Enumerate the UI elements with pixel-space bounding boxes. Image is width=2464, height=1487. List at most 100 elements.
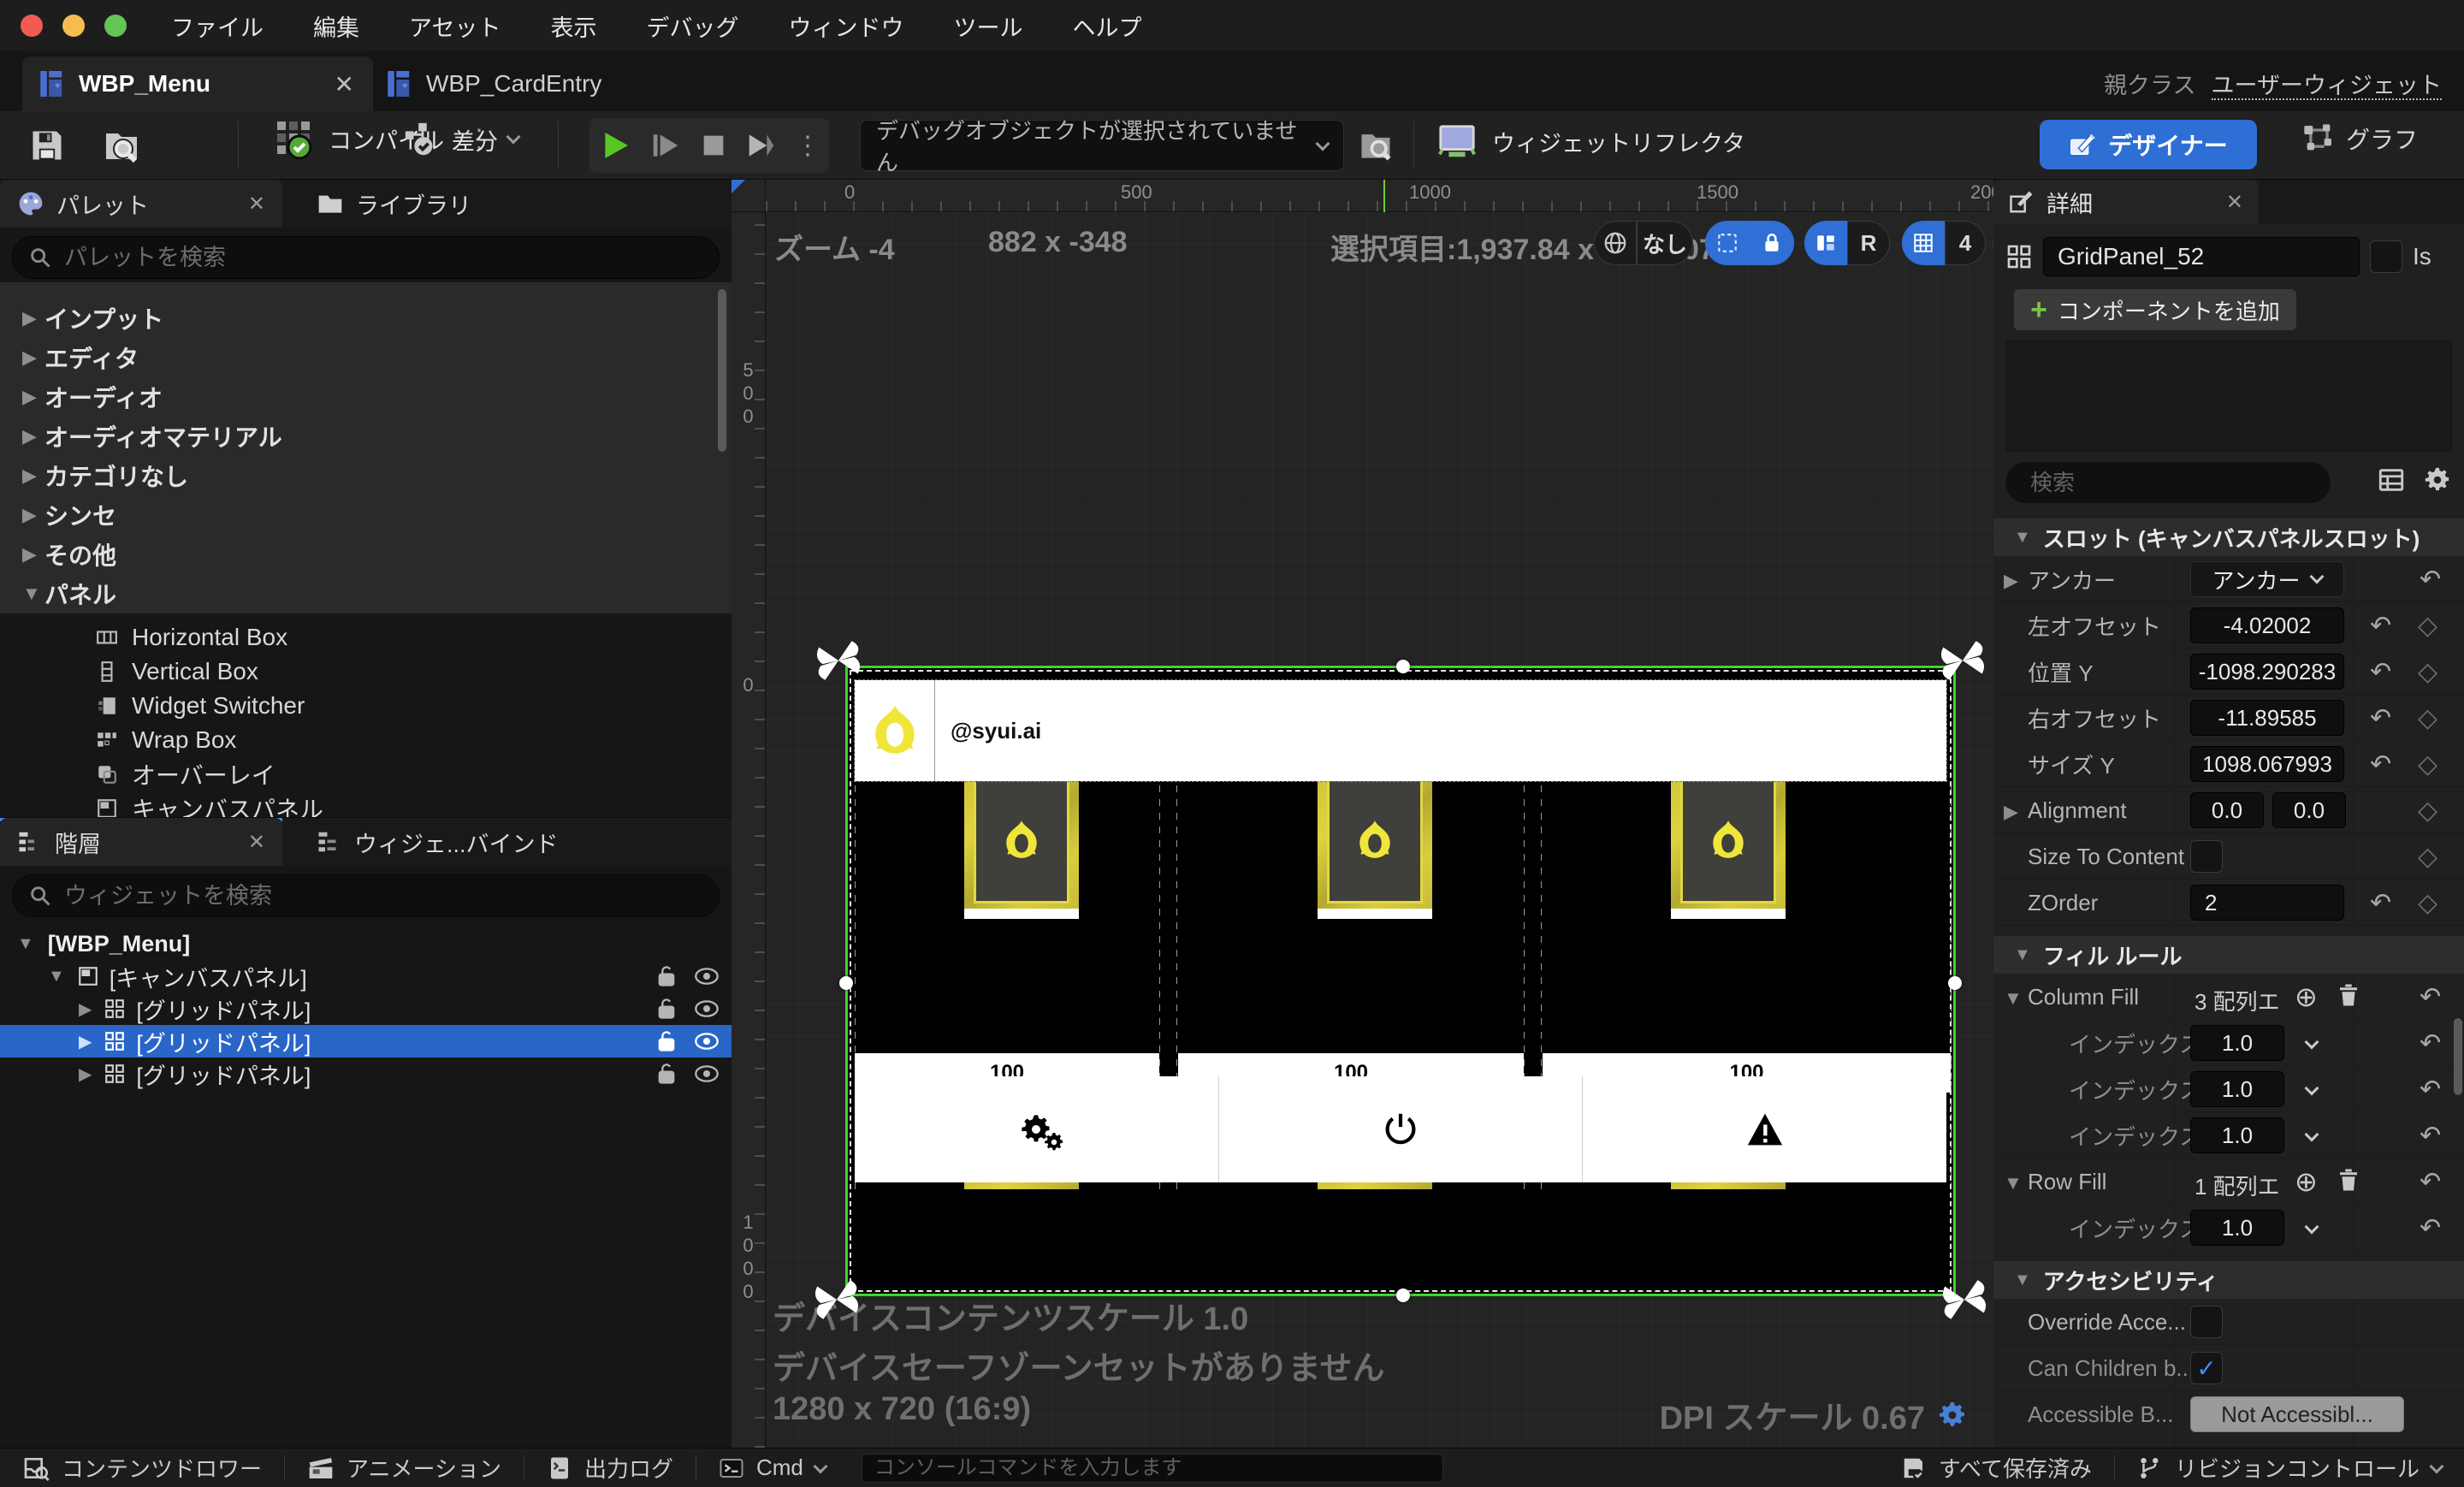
reset-icon[interactable]: ↶ [2420,1028,2441,1058]
index-field[interactable]: 1.0 [2190,1025,2284,1061]
designer-viewport[interactable]: 0 500 1000 1500 200 500 0 1000 ズーム -4 88… [732,180,1993,1448]
tree-row-root[interactable]: ▼ [WBP_Menu] [0,927,732,960]
resize-handle-top[interactable] [1396,660,1410,673]
grid-snap-toggle[interactable] [1902,221,1945,265]
palette-item-vertical-box[interactable]: Vertical Box [0,655,732,689]
is-variable-checkbox[interactable] [2370,240,2402,273]
parent-class-link[interactable]: ユーザーウィジェット [2212,73,2442,100]
chevron-down-icon[interactable] [2305,1081,2319,1096]
section-accessibility[interactable]: ▼ アクセシビリティ [1993,1261,2464,1299]
resize-handle-topright[interactable] [1936,634,1989,687]
close-details-icon[interactable]: ✕ [2226,190,2243,215]
maximize-window-button[interactable] [104,15,127,37]
palette-search[interactable] [12,236,720,279]
menu-tools[interactable]: ツール [953,9,1022,43]
tree-row-grid-panel-3[interactable]: ▶ [グリッドパネル] [0,1057,732,1090]
reset-icon[interactable]: ↶ [2370,611,2391,641]
unlock-icon[interactable] [656,1062,677,1086]
tree-row-canvas-panel[interactable]: ▼ [キャンバスパネル] [0,960,732,992]
add-element-icon[interactable]: ⊕ [2295,1165,2318,1198]
console-input[interactable] [874,1456,1430,1480]
details-scrollbar[interactable] [2454,1018,2462,1095]
category-other[interactable]: ▶その他 [0,535,732,574]
lock-toggle[interactable] [1750,221,1794,265]
chevron-down-icon[interactable] [2305,1220,2319,1235]
tab-wbp-menu[interactable]: WBP_Menu ✕ [22,56,373,111]
position-y-field[interactable]: -1098.290283 [2190,654,2344,690]
category-editor[interactable]: ▶エディタ [0,338,732,377]
reset-icon[interactable]: ↶ [2370,749,2391,779]
zorder-field[interactable]: 2 [2190,885,2344,921]
section-fill-rules[interactable]: ▼ フィル ルール [1993,936,2464,974]
menu-view[interactable]: 表示 [550,9,596,43]
dpi-settings-gear-icon[interactable] [1937,1400,1968,1431]
tree-row-grid-panel-1[interactable]: ▶ [グリッドパネル] [0,992,732,1025]
tab-wbp-cardentry[interactable]: WBP_CardEntry [387,56,643,111]
expanded-arrow-icon[interactable]: ▼ [17,934,34,954]
collapsed-arrow-icon[interactable]: ▶ [79,1063,92,1085]
alignment-x-field[interactable]: 0.0 [2190,792,2264,828]
trash-icon[interactable] [2336,1167,2361,1193]
trash-icon[interactable] [2336,982,2361,1008]
settings-gear-icon[interactable] [2423,465,2452,495]
localization-preview-button[interactable] [1594,221,1637,265]
menu-file[interactable]: ファイル [171,9,264,43]
localization-none-button[interactable]: なし [1637,221,1693,265]
browse-debug-icon[interactable] [1357,127,1395,164]
visibility-eye-icon[interactable] [694,964,720,988]
debug-object-dropdown[interactable]: デバッグオブジェクトが選択されていません [860,120,1344,171]
add-component-button[interactable]: + コンポーネントを追加 [2014,289,2296,330]
diamond-icon[interactable]: ◇ [2418,611,2437,641]
diamond-icon[interactable]: ◇ [2418,749,2437,779]
unlock-icon[interactable] [656,997,677,1021]
resize-handle-right[interactable] [1948,976,1962,990]
reset-icon[interactable]: ↶ [2420,565,2441,595]
size-y-field[interactable]: 1098.067993 [2190,746,2344,782]
expanded-arrow-icon[interactable]: ▼ [2004,1172,2023,1194]
palette-item-horizontal-box[interactable]: Horizontal Box [0,620,732,655]
category-audio[interactable]: ▶オーディオ [0,377,732,417]
close-tab-icon[interactable]: ✕ [335,70,354,98]
override-accessible-checkbox[interactable] [2190,1306,2223,1338]
diff-button[interactable]: 差分 [402,120,518,159]
diamond-icon[interactable]: ◇ [2418,888,2437,918]
details-search[interactable] [2005,462,2331,503]
output-log-button[interactable]: 出力ログ [524,1448,696,1487]
hierarchy-search[interactable] [12,874,720,917]
menu-window[interactable]: ウィンドウ [788,9,903,43]
reset-icon[interactable]: ↶ [2420,1121,2441,1151]
collapsed-arrow-icon[interactable]: ▶ [2004,801,2018,823]
index-field[interactable]: 1.0 [2190,1117,2284,1153]
close-palette-icon[interactable]: ✕ [248,192,265,216]
collapsed-arrow-icon[interactable]: ▶ [2004,570,2018,592]
play-options-icon[interactable]: ⋮ [795,131,820,161]
graph-mode-button[interactable]: グラフ [2301,121,2418,156]
tab-widget-bind[interactable]: ウィジェ...バインド [299,818,576,866]
close-window-button[interactable] [21,15,43,37]
menu-edit[interactable]: 編集 [313,9,359,43]
chevron-down-icon[interactable] [2305,1035,2319,1050]
expanded-arrow-icon[interactable]: ▼ [48,967,65,986]
layout-mode-button[interactable] [1804,221,1847,265]
save-icon[interactable] [28,127,66,164]
cmd-dropdown[interactable]: Cmd [696,1448,848,1487]
collapsed-arrow-icon[interactable]: ▶ [79,1031,92,1052]
chevron-down-icon[interactable] [2305,1128,2319,1142]
resize-handle-topleft[interactable] [812,634,865,687]
resize-handle-left[interactable] [839,976,853,990]
resize-handle-bottom[interactable] [1396,1289,1410,1302]
display-filter-icon[interactable] [2377,465,2406,495]
category-synth[interactable]: ▶シンセ [0,495,732,535]
reset-icon[interactable]: ↶ [2370,657,2391,687]
unlock-icon[interactable] [656,1029,677,1053]
revision-control-button[interactable]: リビジョンコントロール [2115,1448,2464,1487]
visibility-eye-icon[interactable] [694,1062,720,1086]
menu-help[interactable]: ヘルプ [1072,9,1141,43]
anchor-dropdown[interactable]: アンカー [2190,561,2344,597]
minimize-window-button[interactable] [62,15,85,37]
reset-icon[interactable]: ↶ [2420,1167,2441,1197]
step-forward-button[interactable] [649,129,682,162]
reset-icon[interactable]: ↶ [2420,1213,2441,1243]
palette-search-input[interactable] [64,245,703,271]
respect-locks-button[interactable]: R [1847,221,1890,265]
